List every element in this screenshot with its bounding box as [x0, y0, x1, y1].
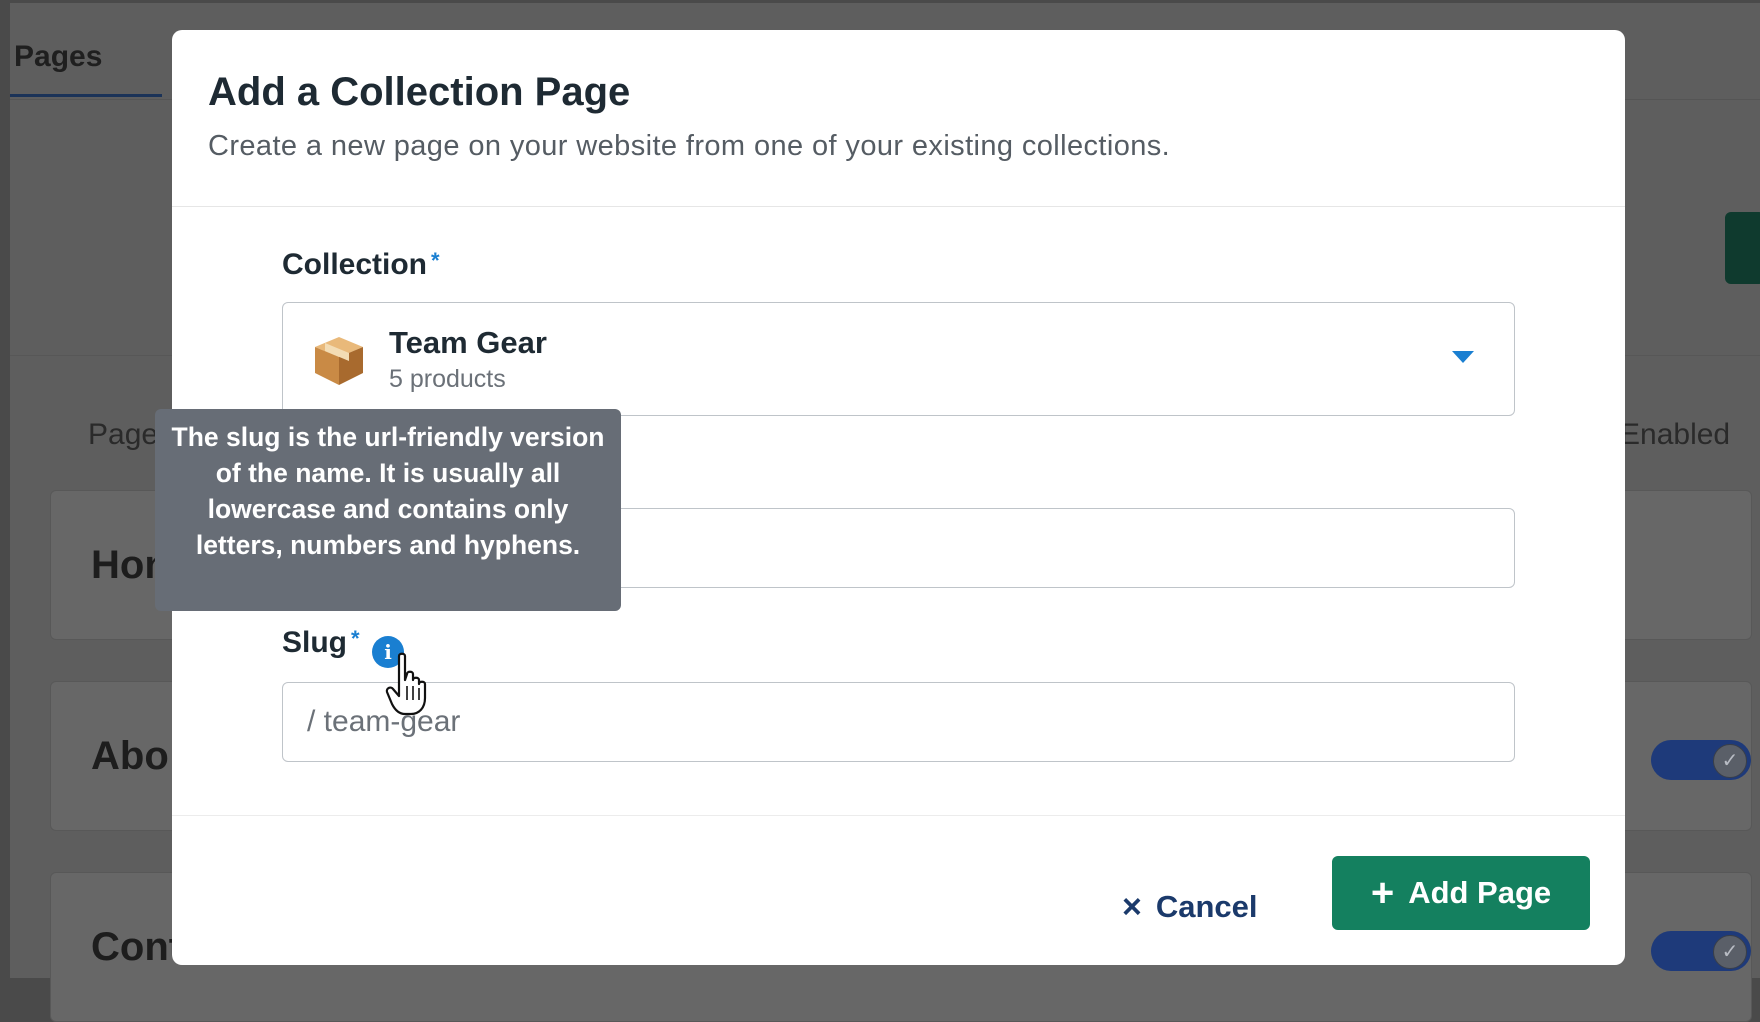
collection-select[interactable]: Team Gear 5 products [282, 302, 1515, 416]
slug-input[interactable] [282, 682, 1515, 762]
required-marker: * [431, 248, 440, 273]
collection-name: Team Gear [389, 325, 547, 360]
hand-pointer-icon [385, 652, 427, 716]
package-icon [315, 337, 363, 385]
column-header-enabled: Enabled [1620, 418, 1731, 451]
column-header-page: Page [88, 418, 159, 451]
add-page-button[interactable]: + Add Page [1332, 856, 1590, 930]
tab-pages[interactable]: Pages [14, 40, 102, 74]
check-icon: ✓ [1713, 744, 1747, 778]
row-label: Abo [91, 734, 169, 778]
cancel-button[interactable]: × Cancel [1122, 879, 1258, 935]
dialog-subtitle: Create a new page on your website from o… [208, 130, 1171, 162]
collection-label: Collection * [282, 248, 440, 282]
active-tab-indicator [10, 94, 162, 97]
background-action-button[interactable] [1725, 212, 1760, 284]
dialog-footer: × Cancel + Add Page [172, 815, 1625, 965]
collection-count: 5 products [389, 365, 506, 393]
plus-icon: + [1370, 871, 1395, 915]
check-icon: ✓ [1713, 935, 1747, 969]
required-marker: * [351, 626, 360, 651]
collection-label-text: Collection [282, 248, 428, 281]
dialog-header: Add a Collection Page Create a new page … [172, 30, 1625, 207]
slug-label: Slug * [282, 626, 360, 660]
enabled-toggle[interactable]: ✓ [1651, 740, 1751, 780]
close-icon: × [1122, 887, 1142, 926]
add-page-label: Add Page [1408, 875, 1552, 910]
dialog-title: Add a Collection Page [208, 70, 631, 114]
enabled-toggle[interactable]: ✓ [1651, 931, 1751, 971]
chevron-down-icon[interactable] [1452, 351, 1474, 363]
slug-label-text: Slug [282, 626, 347, 659]
slug-tooltip: The slug is the url-friendly version of … [155, 409, 621, 611]
row-label: Cont [91, 925, 183, 969]
cancel-label: Cancel [1155, 889, 1258, 924]
